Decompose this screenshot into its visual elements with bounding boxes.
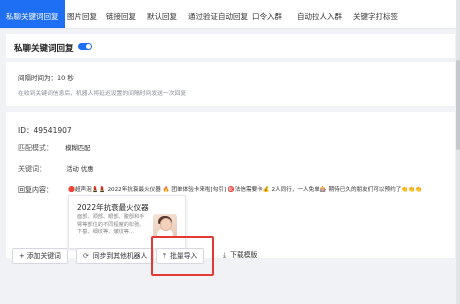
add-keyword-button[interactable]: + 添加关键词 — [12, 248, 68, 264]
tab-link-reply[interactable]: 链接回复 — [106, 0, 136, 28]
download-template-button[interactable]: ⤓ 下载模版 — [217, 248, 263, 262]
rule-id: ID：49541907 — [18, 126, 72, 135]
reply-label: 回复内容： — [18, 186, 53, 194]
vertical-scrollbar[interactable] — [456, 0, 460, 304]
enable-toggle[interactable] — [78, 43, 92, 50]
sync-label: 同步到其他机器人 — [92, 252, 148, 260]
thumbnail-face — [160, 218, 172, 231]
tab-auto-pull-group[interactable]: 自动拉人入群 — [297, 0, 342, 28]
preview-description: 面部、颈部、眼部、腹部和手臂等部位的不同程度的松弛、下垂、细纹等、皱纹等... — [77, 214, 145, 235]
match-mode-label: 匹配模式： — [18, 144, 53, 152]
sync-robots-button[interactable]: ⟳ 同步到其他机器人 — [76, 248, 155, 264]
sync-icon: ⟳ — [83, 252, 89, 260]
tab-private-keyword-reply[interactable]: 私聊关键词回复 — [0, 0, 65, 28]
tab-image-reply[interactable]: 图片回复 — [67, 0, 97, 28]
rule-card: ID：49541907 匹配模式： 模糊匹配 关键词： 活动 优惠 回复内容： … — [6, 112, 455, 258]
keyword-value: 活动 优惠 — [66, 166, 94, 173]
reply-text: 🔴超声泡💄💄 2022年抗衰最火仪器 🔥 团单体验卡来啦[勾引] ㊗️法信需要卡… — [68, 187, 423, 193]
tab-password-join-group[interactable]: 口令入群 — [252, 0, 282, 28]
keyword-row: 关键词： 活动 优惠 — [18, 164, 93, 174]
tab-default-reply[interactable]: 默认回复 — [147, 0, 177, 28]
section-title: 私聊关键词回复 — [14, 44, 74, 54]
download-template-label: 下载模版 — [230, 251, 258, 259]
preview-thumbnail — [153, 214, 177, 238]
interval-hint: 在收到关键词信息后，机器人将延迟设置的间隔时间发送一次回复 — [18, 91, 187, 97]
tab-verify-auto-reply[interactable]: 通过验证自动回复 — [188, 0, 248, 28]
batch-import-highlight — [151, 236, 214, 276]
section-header: 私聊关键词回复 — [6, 34, 455, 58]
tab-keyword-tag[interactable]: 关键字打标签 — [353, 0, 398, 28]
match-mode-value: 模糊匹配 — [65, 145, 91, 152]
scrollbar-thumb[interactable] — [456, 60, 460, 150]
add-keyword-label: + 添加关键词 — [19, 252, 61, 260]
tab-bar: 私聊关键词回复 图片回复 链接回复 默认回复 通过验证自动回复 口令入群 自动拉… — [0, 0, 460, 29]
download-icon: ⤓ — [223, 251, 227, 259]
interval-panel: 间隔时间为：10 秒 在收到关键词信息后，机器人将延迟设置的间隔时间发送一次回复 — [6, 62, 455, 106]
preview-title: 2022年抗衰最火仪器 — [77, 203, 149, 212]
match-mode-row: 匹配模式： 模糊匹配 — [18, 143, 90, 153]
interval-text: 间隔时间为：10 秒 — [18, 74, 74, 82]
keyword-label: 关键词： — [18, 165, 46, 173]
